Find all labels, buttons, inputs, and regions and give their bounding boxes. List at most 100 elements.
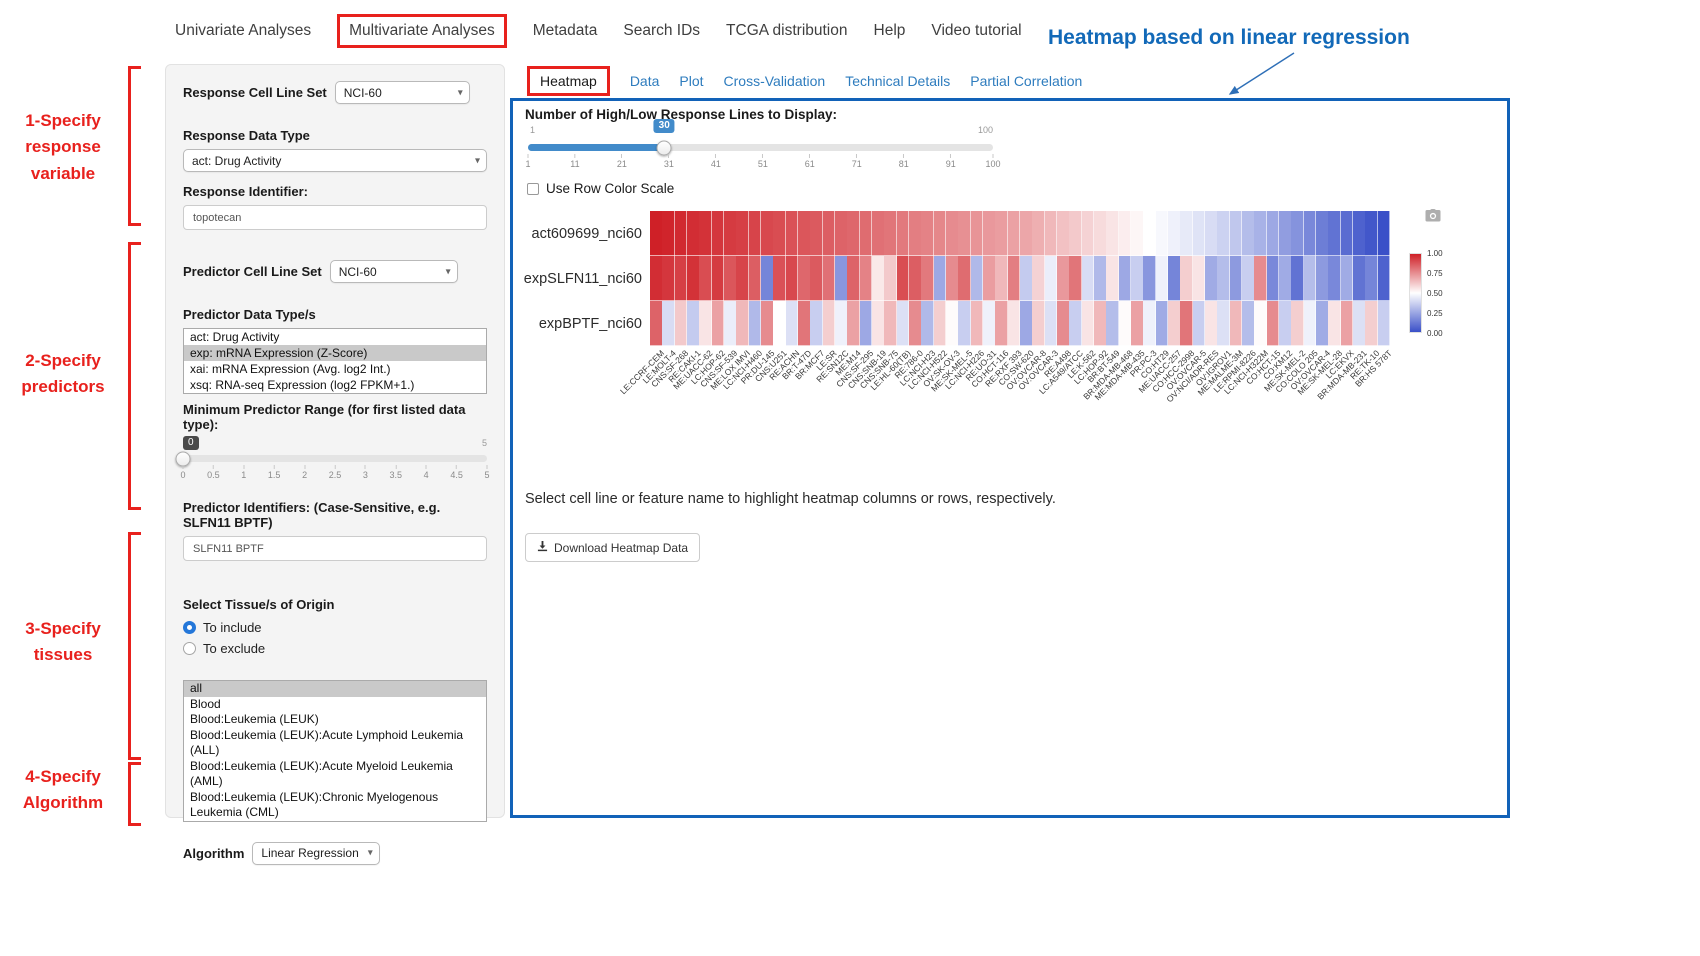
list-option[interactable]: exp: mRNA Expression (Z-Score)	[184, 345, 486, 361]
heatmap-cell[interactable]	[1378, 256, 1391, 301]
heatmap-cell[interactable]	[1254, 211, 1267, 256]
predictor-data-types-listbox[interactable]: act: Drug Activityexp: mRNA Expression (…	[183, 328, 487, 394]
heatmap-row-label[interactable]: expSLFN11_nci60	[521, 256, 649, 301]
tissue-exclude-radio[interactable]: To exclude	[183, 641, 487, 656]
heatmap-cell[interactable]	[1353, 256, 1366, 301]
heatmap-cell[interactable]	[724, 256, 737, 301]
heatmap-cell[interactable]	[934, 211, 947, 256]
nav-item-search-ids[interactable]: Search IDs	[623, 16, 700, 46]
heatmap-cell[interactable]	[798, 301, 811, 346]
heatmap-cell[interactable]	[1106, 256, 1119, 301]
heatmap-cell[interactable]	[736, 256, 749, 301]
tab-data[interactable]: Data	[630, 73, 660, 89]
heatmap-cell[interactable]	[872, 256, 885, 301]
heatmap-row-label[interactable]: act609699_nci60	[521, 211, 649, 256]
heatmap-cell[interactable]	[1168, 256, 1181, 301]
slider-track[interactable]	[183, 455, 487, 462]
heatmap-cell[interactable]	[971, 211, 984, 256]
heatmap-cell[interactable]	[1328, 256, 1341, 301]
nav-item-metadata[interactable]: Metadata	[533, 16, 598, 46]
heatmap-cell[interactable]	[773, 211, 786, 256]
heatmap-cell[interactable]	[1304, 211, 1317, 256]
tissue-include-radio[interactable]: To include	[183, 620, 487, 635]
heatmap-cell[interactable]	[884, 301, 897, 346]
heatmap-cell[interactable]	[921, 211, 934, 256]
heatmap-cell[interactable]	[1131, 256, 1144, 301]
heatmap-cell[interactable]	[1267, 211, 1280, 256]
heatmap-cell[interactable]	[1328, 211, 1341, 256]
heatmap-cell[interactable]	[1353, 211, 1366, 256]
heatmap-cell[interactable]	[1156, 211, 1169, 256]
heatmap-cell[interactable]	[798, 211, 811, 256]
heatmap-cell[interactable]	[958, 256, 971, 301]
heatmap-cell[interactable]	[712, 256, 725, 301]
heatmap-cell[interactable]	[1094, 301, 1107, 346]
heatmap-cell[interactable]	[687, 256, 700, 301]
nav-item-multivariate-analyses[interactable]: Multivariate Analyses	[337, 14, 507, 48]
heatmap-cell[interactable]	[860, 256, 873, 301]
heatmap-cell[interactable]	[1180, 211, 1193, 256]
heatmap-cell[interactable]	[934, 256, 947, 301]
heatmap-cell[interactable]	[1094, 256, 1107, 301]
predictor-identifiers-input[interactable]	[183, 536, 487, 561]
heatmap-cell[interactable]	[995, 211, 1008, 256]
heatmap-cell[interactable]	[1143, 256, 1156, 301]
heatmap-cell[interactable]	[749, 211, 762, 256]
heatmap-cell[interactable]	[1143, 211, 1156, 256]
heatmap-cell[interactable]	[1069, 256, 1082, 301]
heatmap-cell[interactable]	[921, 301, 934, 346]
heatmap-cell[interactable]	[884, 211, 897, 256]
heatmap-cell[interactable]	[1008, 256, 1021, 301]
heatmap-cell[interactable]	[1242, 256, 1255, 301]
heatmap-cell[interactable]	[1291, 301, 1304, 346]
heatmap-cell[interactable]	[835, 256, 848, 301]
heatmap-cell[interactable]	[736, 301, 749, 346]
heatmap-cell[interactable]	[823, 301, 836, 346]
heatmap-cell[interactable]	[909, 211, 922, 256]
list-option[interactable]: Blood:Leukemia (LEUK)	[184, 712, 486, 728]
list-option[interactable]: Blood:Leukemia (LEUK):Chronic Myelogenou…	[184, 790, 486, 821]
heatmap-cell[interactable]	[1119, 256, 1132, 301]
list-option[interactable]: act: Drug Activity	[184, 329, 486, 345]
nav-item-univariate-analyses[interactable]: Univariate Analyses	[175, 16, 311, 46]
heatmap-cell[interactable]	[1057, 301, 1070, 346]
tab-partial-correlation[interactable]: Partial Correlation	[970, 73, 1082, 89]
min-predictor-range-slider[interactable]: 0 5 00.511.522.533.544.55	[183, 438, 487, 488]
heatmap-cell[interactable]	[958, 211, 971, 256]
heatmap-cell[interactable]	[1193, 301, 1206, 346]
tab-cross-validation[interactable]: Cross-Validation	[724, 73, 826, 89]
nav-item-help[interactable]: Help	[874, 16, 906, 46]
heatmap-cell[interactable]	[1205, 211, 1218, 256]
heatmap-cell[interactable]	[983, 256, 996, 301]
heatmap-cell[interactable]	[1119, 301, 1132, 346]
heatmap-cell[interactable]	[1279, 211, 1292, 256]
heatmap-cell[interactable]	[847, 211, 860, 256]
heatmap-cell[interactable]	[687, 301, 700, 346]
heatmap-cell[interactable]	[847, 301, 860, 346]
heatmap-cell[interactable]	[650, 256, 663, 301]
tab-technical-details[interactable]: Technical Details	[845, 73, 950, 89]
heatmap-cell[interactable]	[1008, 301, 1021, 346]
heatmap-cell[interactable]	[860, 301, 873, 346]
heatmap-cell[interactable]	[1168, 301, 1181, 346]
heatmap-cell[interactable]	[847, 256, 860, 301]
heatmap-cell[interactable]	[1069, 301, 1082, 346]
heatmap-cell[interactable]	[1094, 211, 1107, 256]
heatmap-cell[interactable]	[1143, 301, 1156, 346]
heatmap-cell[interactable]	[884, 256, 897, 301]
heatmap-cell[interactable]	[860, 211, 873, 256]
heatmap-cell[interactable]	[724, 301, 737, 346]
heatmap-cell[interactable]	[1106, 211, 1119, 256]
heatmap-cell[interactable]	[1365, 301, 1378, 346]
heatmap-cell[interactable]	[1230, 211, 1243, 256]
heatmap-cell[interactable]	[1156, 256, 1169, 301]
heatmap-cell[interactable]	[1378, 211, 1391, 256]
heatmap-cell[interactable]	[712, 301, 725, 346]
heatmap-cell[interactable]	[1168, 211, 1181, 256]
heatmap-cell[interactable]	[810, 211, 823, 256]
heatmap-cell[interactable]	[712, 211, 725, 256]
heatmap-cell[interactable]	[995, 256, 1008, 301]
heatmap-cell[interactable]	[786, 256, 799, 301]
heatmap-cell[interactable]	[983, 301, 996, 346]
heatmap-cell[interactable]	[749, 301, 762, 346]
